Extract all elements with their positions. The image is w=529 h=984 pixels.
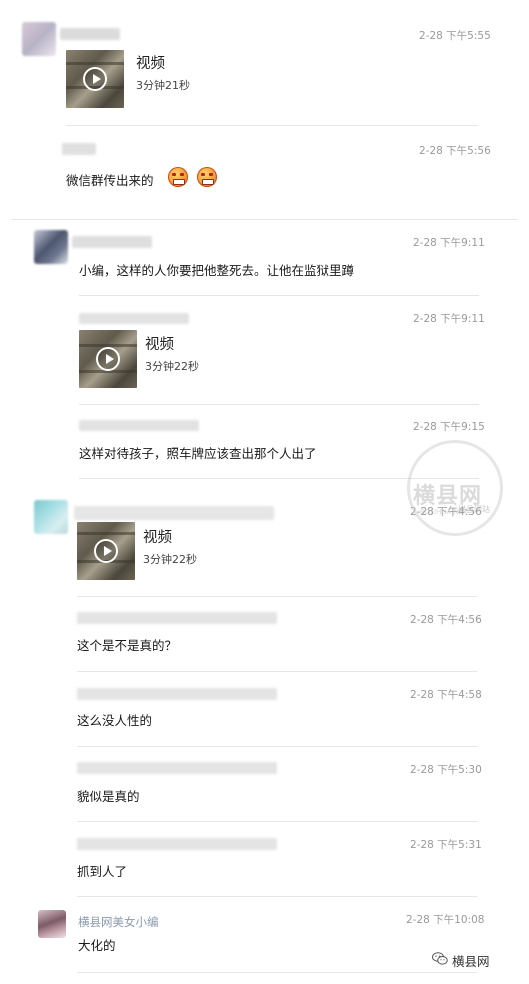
reply-text: 这样对待孩子，照车牌应该查出那个人出了 (79, 446, 317, 461)
username-blurred (79, 420, 199, 431)
video-thumbnail[interactable] (79, 330, 137, 388)
reply-timestamp: 2-28 下午9:15 (413, 421, 485, 433)
avatar[interactable] (22, 22, 56, 56)
reply-timestamp: 2-28 下午4:56 (410, 614, 482, 626)
divider (77, 671, 477, 672)
username-blurred (72, 236, 152, 248)
username-blurred (60, 28, 120, 40)
comment-timestamp: 2-28 下午5:55 (419, 30, 491, 42)
author-name[interactable]: 横县网美女小编 (78, 914, 159, 930)
video-attachment[interactable]: 视频 3分钟22秒 (79, 330, 279, 388)
angry-emoji-icon (197, 167, 217, 187)
divider (66, 125, 478, 126)
reply-text: 微信群传出来的 (66, 173, 154, 188)
username-blurred (77, 612, 277, 624)
comment-text: 小编，这样的人你要把他整死去。让他在监狱里蹲 (79, 263, 355, 278)
reply-text: 这个是不是真的？ (77, 638, 178, 653)
video-thumbnail[interactable] (66, 50, 124, 108)
divider (79, 295, 479, 296)
reply-timestamp: 2-28 下午5:56 (419, 145, 491, 157)
video-title: 视频 (143, 530, 172, 546)
comment-timestamp: 2-28 下午10:08 (406, 914, 485, 926)
play-icon[interactable] (94, 539, 118, 563)
username-blurred (62, 143, 96, 155)
play-icon[interactable] (96, 347, 120, 371)
reply-text: 这么没人性的 (77, 713, 153, 728)
divider (77, 896, 477, 897)
divider (79, 404, 479, 405)
reply-text: 貌似是真的 (77, 789, 140, 804)
video-title: 视频 (136, 56, 165, 72)
video-duration: 3分钟22秒 (143, 553, 197, 566)
video-title: 视频 (145, 337, 174, 353)
video-duration: 3分钟21秒 (136, 79, 190, 92)
divider (77, 821, 477, 822)
reply-text: 抓到人了 (77, 864, 128, 879)
username-blurred (77, 762, 277, 774)
reply-timestamp: 2-28 下午9:11 (413, 313, 485, 325)
video-thumbnail[interactable] (77, 522, 135, 580)
avatar[interactable] (38, 910, 66, 938)
angry-emoji-icon (168, 167, 188, 187)
divider (77, 972, 477, 973)
avatar[interactable] (34, 500, 68, 534)
play-icon[interactable] (83, 67, 107, 91)
video-attachment[interactable]: 视频 3分钟22秒 (77, 522, 277, 580)
reply-timestamp: 2-28 下午5:31 (410, 839, 482, 851)
reply-timestamp: 2-28 下午5:30 (410, 764, 482, 776)
wechat-icon (432, 952, 448, 965)
username-blurred (77, 688, 277, 700)
divider (77, 596, 477, 597)
comment-timestamp: 2-28 下午9:11 (413, 237, 485, 249)
watermark-tag: 横县网站 (458, 505, 490, 514)
divider (77, 746, 477, 747)
brand-name: 横县网 (452, 954, 490, 969)
video-attachment[interactable]: 视频 3分钟21秒 (66, 50, 266, 108)
video-duration: 3分钟22秒 (145, 360, 199, 373)
avatar[interactable] (34, 230, 68, 264)
reply-timestamp: 2-28 下午4:58 (410, 689, 482, 701)
comment-text: 大化的 (78, 938, 116, 953)
username-blurred (74, 506, 274, 520)
section-divider (12, 219, 518, 220)
username-blurred (77, 838, 277, 850)
username-blurred (79, 313, 189, 324)
